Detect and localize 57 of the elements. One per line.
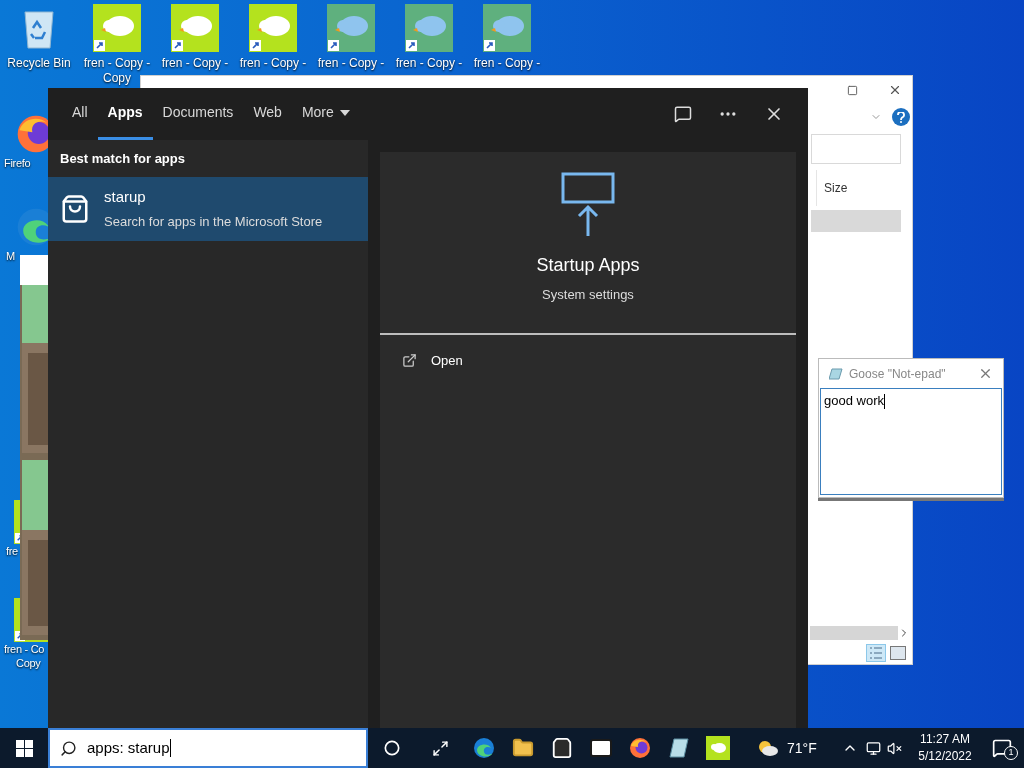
- notepad-icon: [829, 367, 843, 380]
- desktop-icon-label[interactable]: Recycle Bin: [0, 56, 78, 71]
- cortana-icon[interactable]: [384, 740, 400, 756]
- search-icon: [60, 739, 77, 757]
- task-view-icon[interactable]: [431, 739, 449, 757]
- firefox-icon: [627, 736, 652, 760]
- search-tab[interactable]: All: [62, 88, 98, 140]
- weather-temperature[interactable]: 71°F: [787, 737, 817, 759]
- edge-icon: [471, 736, 496, 760]
- clock-date[interactable]: 5/12/2022: [918, 748, 972, 765]
- windows-logo-icon: [15, 739, 33, 757]
- caret-icon: [339, 109, 350, 116]
- search-tab[interactable]: Documents: [152, 88, 244, 140]
- desktop-icon-label[interactable]: fren - Co: [4, 642, 45, 656]
- desktop-icon-label[interactable]: Copy: [16, 656, 41, 670]
- open-icon: [402, 352, 417, 368]
- search-field[interactable]: [811, 134, 901, 164]
- desktop-icon-label[interactable]: fren - Copy -: [468, 56, 546, 71]
- startup-apps-icon: [561, 172, 615, 236]
- section-heading: Best match for apps: [59, 150, 186, 168]
- app-title: Startup Apps: [536, 254, 640, 277]
- help-icon[interactable]: [892, 108, 910, 126]
- folder-icon[interactable]: [511, 737, 534, 759]
- desktop-icon-label[interactable]: M: [6, 249, 15, 263]
- search-tab[interactable]: Web: [243, 88, 292, 140]
- store-bag-icon: [60, 193, 90, 224]
- result-title: starup: [104, 186, 147, 207]
- thumbnail-view-icon[interactable]: [890, 646, 906, 660]
- result-subtitle: Search for apps in the Microsoft Store: [104, 213, 323, 231]
- maximize-icon[interactable]: [847, 84, 858, 96]
- search-tab[interactable]: More: [291, 88, 360, 140]
- desktop-icon-label[interactable]: Firefo: [4, 156, 31, 170]
- window-title: Goose "Not-epad": [849, 365, 947, 383]
- search-query: apps: starup: [87, 737, 170, 758]
- desktop-icon-label[interactable]: fren - Copy -: [312, 56, 390, 71]
- desktop-icon-label[interactable]: fren - Copy -: [390, 56, 468, 71]
- volume-muted-icon[interactable]: [887, 740, 902, 756]
- desktop-icon-label[interactable]: fren - Copy - Copy: [78, 56, 156, 86]
- desktop-icon-label[interactable]: fre: [6, 544, 18, 558]
- feedback-icon[interactable]: [674, 105, 692, 123]
- desktop-icon-label[interactable]: fren - Copy -: [234, 56, 312, 71]
- scrollbar[interactable]: [810, 626, 898, 640]
- search-result[interactable]: starup Search for apps in the Microsoft Store: [48, 176, 368, 241]
- desktop-icon-label[interactable]: fren - Copy -: [156, 56, 234, 71]
- clock-time[interactable]: 11:27 AM: [920, 731, 970, 748]
- search-field[interactable]: apps: starup: [48, 728, 368, 768]
- column-header[interactable]: Size: [816, 170, 902, 206]
- text-area[interactable]: good work: [820, 388, 1002, 495]
- mail-icon[interactable]: [588, 736, 613, 760]
- notification-count: 1: [1004, 746, 1018, 760]
- close-icon[interactable]: [888, 83, 902, 97]
- network-icon[interactable]: [866, 740, 881, 756]
- weather-icon[interactable]: [757, 739, 779, 757]
- goose-app-icon[interactable]: [705, 736, 730, 760]
- app-subtitle: System settings: [542, 286, 634, 304]
- notepad-icon[interactable]: [667, 737, 690, 759]
- open-action[interactable]: Open: [402, 350, 463, 370]
